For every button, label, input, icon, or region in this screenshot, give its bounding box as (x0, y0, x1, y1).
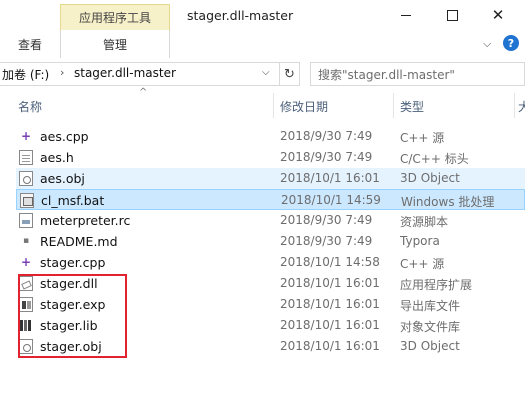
breadcrumb-folder[interactable]: stager.dll-master (74, 66, 176, 80)
file-name: cl_msf.bat (41, 193, 105, 208)
file-type: C++ 源 (400, 257, 445, 271)
markdown-file-icon: ▪ (22, 236, 30, 246)
file-type: 3D Object (400, 339, 460, 353)
file-type: 导出库文件 (400, 299, 461, 313)
help-icon[interactable]: ? (503, 35, 519, 51)
file-date: 2018/10/1 16:01 (280, 339, 380, 353)
close-button[interactable]: ✕ (475, 0, 521, 30)
batch-file-icon (20, 193, 34, 208)
breadcrumb-separator-icon[interactable]: › (60, 66, 64, 79)
file-name: meterpreter.rc (40, 213, 131, 228)
chevron-down-icon[interactable]: ⌵ (483, 37, 491, 51)
file-date: 2018/10/1 14:59 (281, 193, 381, 207)
tab-view[interactable]: 查看 (18, 36, 42, 53)
file-date: 2018/9/30 7:49 (280, 129, 373, 143)
context-tab-app-tools[interactable]: 应用程序工具 (60, 4, 170, 30)
file-date: 2018/9/30 7:49 (280, 150, 373, 164)
breadcrumb-drive[interactable]: 加卷 (F:) (2, 66, 49, 83)
column-divider[interactable] (393, 93, 394, 118)
address-dropdown-icon[interactable]: ⌵ (262, 67, 270, 78)
file-row[interactable]: aes.obj 2018/10/1 16:01 3D Object (16, 168, 525, 189)
file-row[interactable]: ▪ README.md 2018/9/30 7:49 Typora (16, 231, 525, 252)
file-type: 对象文件库 (400, 320, 461, 334)
search-placeholder: 搜索"stager.dll-master" (318, 68, 455, 82)
file-type: 应用程序扩展 (400, 278, 473, 292)
file-date: 2018/9/30 7:49 (280, 213, 373, 227)
file-type: Windows 批处理 (401, 195, 495, 209)
file-date: 2018/9/30 7:49 (280, 234, 373, 248)
column-divider[interactable] (273, 93, 274, 118)
file-date: 2018/10/1 16:01 (280, 297, 380, 311)
file-row[interactable]: aes.h 2018/9/30 7:49 C/C++ 标头 (16, 147, 525, 168)
file-date: 2018/10/1 16:01 (280, 171, 380, 185)
column-header-size[interactable]: 大 (518, 98, 525, 115)
file-row-selected[interactable]: cl_msf.bat 2018/10/1 14:59 Windows 批处理 (16, 189, 525, 210)
column-header-name[interactable]: 名称 (18, 98, 42, 115)
file-type: C/C++ 标头 (400, 152, 469, 166)
header-file-icon (19, 150, 33, 165)
file-name: README.md (40, 234, 118, 249)
file-date: 2018/10/1 16:01 (280, 276, 380, 290)
column-divider[interactable] (514, 93, 515, 118)
resource-file-icon (19, 213, 33, 228)
column-header-type[interactable]: 类型 (400, 98, 424, 115)
refresh-icon: ↻ (284, 66, 295, 82)
file-name: aes.cpp (40, 129, 89, 144)
file-name: stager.cpp (40, 255, 106, 270)
file-type: 资源脚本 (400, 215, 449, 229)
cpp-file-icon: + (20, 255, 32, 269)
file-type: 3D Object (400, 171, 460, 185)
refresh-button[interactable]: ↻ (280, 62, 300, 86)
column-header-date[interactable]: 修改日期 (280, 98, 328, 115)
minimize-button[interactable] (383, 0, 429, 30)
file-date: 2018/10/1 14:58 (280, 255, 380, 269)
file-date: 2018/10/1 16:01 (280, 318, 380, 332)
file-type: C++ 源 (400, 131, 445, 145)
cpp-file-icon: + (20, 129, 32, 143)
tab-manage[interactable]: 管理 (60, 30, 170, 58)
close-icon: ✕ (491, 6, 505, 24)
file-type: Typora (400, 234, 440, 248)
file-row[interactable]: + stager.cpp 2018/10/1 14:58 C++ 源 (16, 252, 525, 273)
file-row[interactable]: meterpreter.rc 2018/9/30 7:49 资源脚本 (16, 210, 525, 231)
maximize-button[interactable] (429, 0, 475, 30)
highlight-box (18, 274, 127, 358)
file-name: aes.obj (40, 171, 85, 186)
minimize-icon (401, 14, 411, 16)
sort-ascending-icon: ^ (139, 87, 148, 98)
file-name: aes.h (40, 150, 74, 165)
window-title: stager.dll-master (187, 8, 294, 23)
maximize-icon (446, 9, 458, 21)
object-file-icon (19, 171, 33, 186)
file-row[interactable]: + aes.cpp 2018/9/30 7:49 C++ 源 (16, 126, 525, 147)
